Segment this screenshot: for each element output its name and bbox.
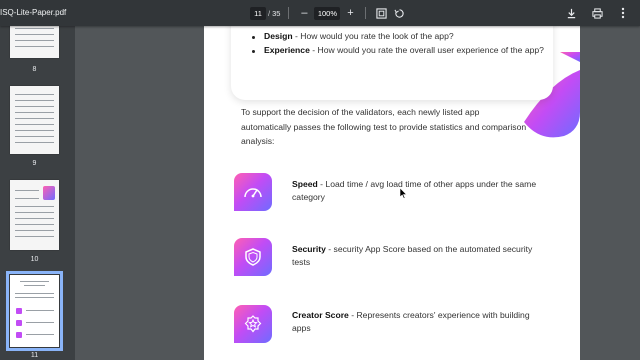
feature-description: - Load time / avg load time of other app… [292, 179, 537, 202]
more-vert-icon [621, 7, 625, 19]
bullet-text: - How would you rate the look of the app… [292, 31, 454, 41]
feature-term: Speed [292, 179, 318, 189]
toolbar-actions [564, 6, 630, 20]
intro-paragraph: To support the decision of the validator… [241, 107, 527, 146]
bullet-text: - How would you rate the overall user ex… [309, 45, 544, 55]
print-icon [591, 7, 603, 19]
zoom-level-input[interactable]: 100% [314, 6, 341, 20]
page-number-input[interactable]: 11 [250, 6, 266, 20]
page-thumbnail-number: 9 [32, 160, 37, 167]
page-thumbnail-number: 11 [30, 352, 39, 359]
page-thumbnail[interactable] [10, 180, 59, 250]
bullet-term: Experience [264, 45, 310, 55]
page-controls: 11 / 35 – 100% + [250, 5, 406, 21]
page-thumbnail[interactable] [10, 86, 59, 154]
rotate-button[interactable] [392, 6, 406, 20]
page-thumbnail-number: 8 [32, 66, 37, 73]
feature-security: Security - security App Score based on t… [292, 243, 542, 269]
feature-term: Security [292, 244, 326, 254]
bullet-design: Design - How would you rate the look of … [264, 30, 554, 42]
page-thumbnail-selected[interactable] [6, 271, 63, 351]
fit-to-page-button[interactable] [374, 6, 388, 20]
page-thumbnail-number: 10 [30, 256, 39, 263]
security-feature-icon-tile [234, 238, 272, 276]
feature-term: Creator Score [292, 310, 349, 320]
total-pages: 35 [272, 8, 281, 18]
download-button[interactable] [564, 6, 578, 20]
page-separator: / [268, 8, 271, 18]
page-thumbnail[interactable] [10, 26, 59, 58]
thumbnail-sidebar[interactable]: 8 9 10 11 [0, 26, 75, 360]
feature-speed: Speed - Load time / avg load time of oth… [292, 178, 542, 204]
rotate-icon [394, 8, 404, 18]
bullet-dot [252, 50, 255, 53]
zoom-out-button[interactable]: – [297, 6, 311, 20]
download-icon [567, 8, 575, 18]
more-options-button[interactable] [616, 6, 630, 20]
bullet-dot [252, 36, 255, 39]
speed-feature-icon-tile [234, 173, 272, 211]
fit-page-icon [376, 7, 387, 19]
shield-icon [245, 248, 261, 266]
feature-creator-score: Creator Score - Represents creators' exp… [292, 309, 542, 335]
toolbar-divider [288, 7, 290, 19]
bullet-term: Design [264, 31, 293, 41]
mouse-cursor-icon [400, 188, 407, 199]
creator-score-feature-icon-tile [234, 305, 272, 343]
document-page: Design - How would you rate the look of … [204, 26, 580, 360]
pdf-viewer: ISQ-Lite-Paper.pdf 11 / 35 – 100% + 8 9 … [0, 0, 640, 360]
toolbar: ISQ-Lite-Paper.pdf 11 / 35 – 100% + [0, 0, 640, 26]
zoom-in-button[interactable]: + [343, 6, 357, 20]
document-title: ISQ-Lite-Paper.pdf [0, 8, 67, 17]
bullet-experience: Experience - How would you rate the over… [264, 44, 554, 56]
toolbar-divider [365, 7, 367, 19]
star-badge-icon [244, 315, 262, 333]
speedometer-icon [244, 188, 262, 198]
print-button[interactable] [590, 6, 604, 20]
feature-description: - security App Score based on the automa… [292, 244, 533, 267]
